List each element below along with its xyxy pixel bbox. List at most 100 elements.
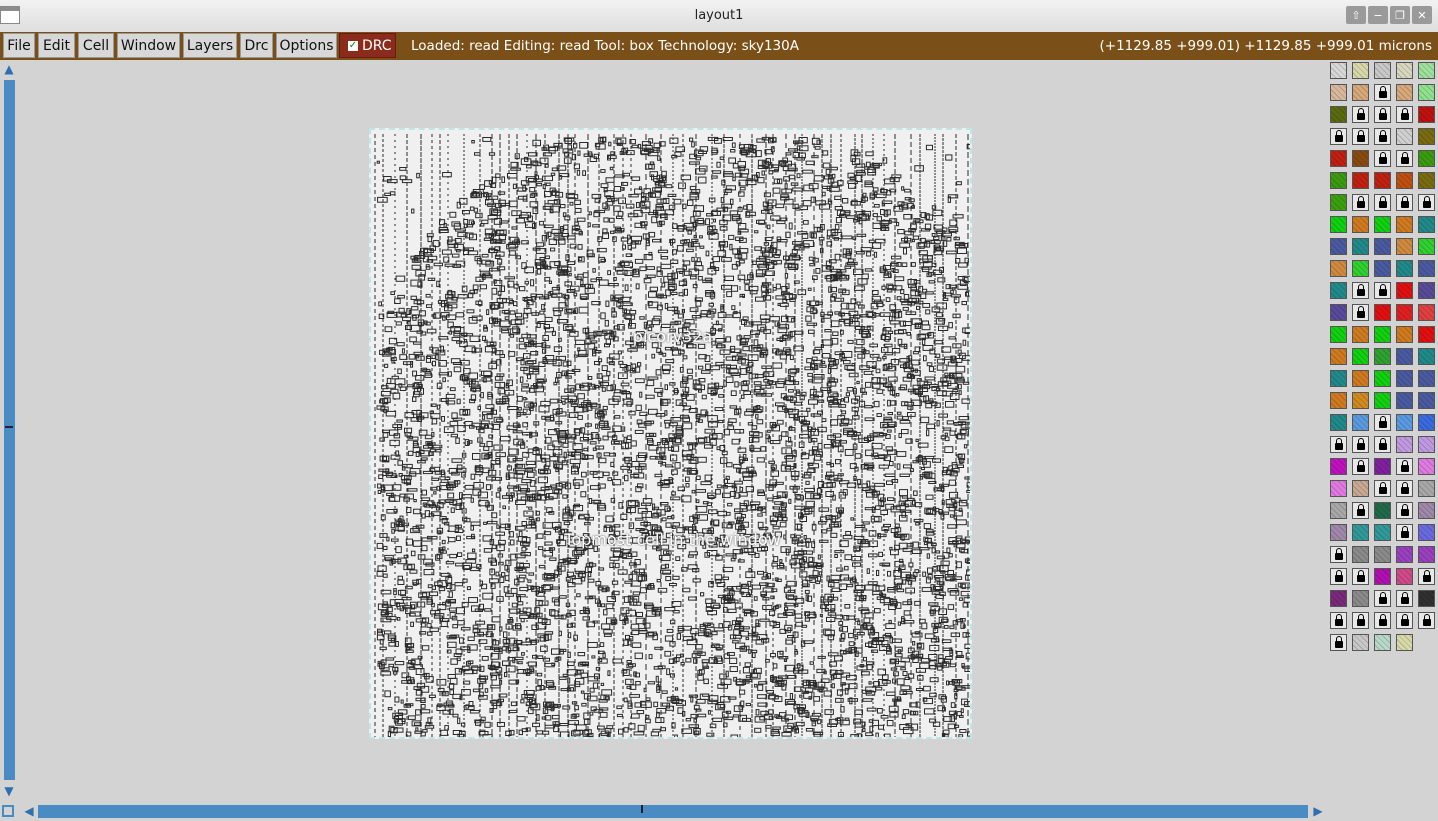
layer-locked-swatch[interactable] — [1374, 282, 1391, 299]
layer-swatch[interactable] — [1418, 260, 1435, 277]
layer-swatch[interactable] — [1352, 326, 1369, 343]
layer-locked-swatch[interactable] — [1352, 128, 1369, 145]
layer-locked-swatch[interactable] — [1330, 612, 1347, 629]
layer-locked-swatch[interactable] — [1352, 568, 1369, 585]
layout-canvas[interactable]: picorv32a Topmost cell in the window — [18, 60, 1328, 802]
layer-locked-swatch[interactable] — [1352, 436, 1369, 453]
scroll-left-arrow-icon[interactable]: ◀ — [22, 804, 36, 818]
layer-swatch[interactable] — [1374, 458, 1391, 475]
layer-swatch[interactable] — [1330, 370, 1347, 387]
layer-swatch[interactable] — [1374, 348, 1391, 365]
layer-swatch[interactable] — [1330, 106, 1347, 123]
layer-locked-swatch[interactable] — [1418, 194, 1435, 211]
layer-locked-swatch[interactable] — [1374, 106, 1391, 123]
vertical-scroll-thumb[interactable] — [5, 426, 13, 428]
layer-swatch[interactable] — [1330, 502, 1347, 519]
layer-swatch[interactable] — [1330, 194, 1347, 211]
close-icon[interactable]: ✕ — [1412, 6, 1432, 24]
layer-swatch[interactable] — [1396, 172, 1413, 189]
layer-swatch[interactable] — [1330, 348, 1347, 365]
layer-locked-swatch[interactable] — [1374, 194, 1391, 211]
layer-swatch[interactable] — [1352, 348, 1369, 365]
layer-swatch[interactable] — [1352, 216, 1369, 233]
layer-swatch[interactable] — [1396, 370, 1413, 387]
menu-window[interactable]: Window — [117, 33, 180, 58]
layer-swatch[interactable] — [1418, 546, 1435, 563]
layer-swatch[interactable] — [1396, 326, 1413, 343]
layer-swatch[interactable] — [1352, 634, 1369, 651]
layer-swatch[interactable] — [1418, 414, 1435, 431]
layer-swatch[interactable] — [1418, 62, 1435, 79]
layer-swatch[interactable] — [1352, 238, 1369, 255]
layer-swatch[interactable] — [1352, 260, 1369, 277]
layer-swatch[interactable] — [1418, 524, 1435, 541]
layer-locked-swatch[interactable] — [1396, 590, 1413, 607]
layer-swatch[interactable] — [1374, 568, 1391, 585]
layer-swatch[interactable] — [1418, 348, 1435, 365]
layer-swatch[interactable] — [1374, 546, 1391, 563]
scroll-down-arrow-icon[interactable]: ▼ — [2, 784, 16, 798]
layer-swatch[interactable] — [1374, 370, 1391, 387]
layer-swatch[interactable] — [1330, 590, 1347, 607]
horizontal-scrollbar[interactable]: ◀ ▶ — [0, 802, 1328, 821]
cell-layout[interactable]: picorv32a Topmost cell in the window — [369, 128, 972, 739]
menu-file[interactable]: File — [3, 33, 35, 58]
layer-swatch[interactable] — [1396, 414, 1413, 431]
layer-swatch[interactable] — [1330, 172, 1347, 189]
layer-swatch[interactable] — [1374, 502, 1391, 519]
layer-swatch[interactable] — [1374, 260, 1391, 277]
layer-swatch[interactable] — [1396, 436, 1413, 453]
layer-locked-swatch[interactable] — [1374, 84, 1391, 101]
layer-swatch[interactable] — [1374, 634, 1391, 651]
layer-locked-swatch[interactable] — [1396, 480, 1413, 497]
layer-swatch[interactable] — [1352, 546, 1369, 563]
layer-swatch[interactable] — [1330, 480, 1347, 497]
layer-swatch[interactable] — [1418, 238, 1435, 255]
vertical-scrollbar[interactable]: ▲ ▼ — [0, 60, 18, 802]
layer-swatch[interactable] — [1396, 634, 1413, 651]
checkbox-icon[interactable]: ✓ — [348, 40, 358, 51]
layer-swatch[interactable] — [1396, 238, 1413, 255]
layer-swatch[interactable] — [1396, 62, 1413, 79]
layer-swatch[interactable] — [1418, 458, 1435, 475]
menu-cell[interactable]: Cell — [78, 33, 114, 58]
layer-swatch[interactable] — [1330, 62, 1347, 79]
layer-swatch[interactable] — [1352, 590, 1369, 607]
layer-locked-swatch[interactable] — [1352, 612, 1369, 629]
layer-swatch[interactable] — [1330, 260, 1347, 277]
layer-swatch[interactable] — [1330, 238, 1347, 255]
layer-swatch[interactable] — [1418, 392, 1435, 409]
layer-locked-swatch[interactable] — [1352, 304, 1369, 321]
layer-swatch[interactable] — [1374, 524, 1391, 541]
layer-swatch[interactable] — [1418, 326, 1435, 343]
layer-locked-swatch[interactable] — [1396, 502, 1413, 519]
scroll-up-arrow-icon[interactable]: ▲ — [2, 62, 16, 76]
menu-drc[interactable]: Drc — [240, 33, 273, 58]
layer-swatch[interactable] — [1352, 480, 1369, 497]
layer-swatch[interactable] — [1330, 524, 1347, 541]
layer-swatch[interactable] — [1352, 172, 1369, 189]
minimize-icon[interactable]: − — [1368, 6, 1388, 24]
layer-swatch[interactable] — [1330, 392, 1347, 409]
drc-toggle[interactable]: ✓ DRC — [339, 33, 396, 58]
layer-swatch[interactable] — [1330, 304, 1347, 321]
layer-locked-swatch[interactable] — [1352, 458, 1369, 475]
layer-swatch[interactable] — [1330, 458, 1347, 475]
layer-swatch[interactable] — [1374, 172, 1391, 189]
layer-locked-swatch[interactable] — [1352, 194, 1369, 211]
layer-locked-swatch[interactable] — [1396, 106, 1413, 123]
layer-swatch[interactable] — [1418, 436, 1435, 453]
layer-swatch[interactable] — [1396, 260, 1413, 277]
vertical-scroll-track[interactable] — [4, 80, 15, 780]
layer-swatch[interactable] — [1418, 480, 1435, 497]
layer-swatch[interactable] — [1396, 392, 1413, 409]
layer-locked-swatch[interactable] — [1374, 128, 1391, 145]
layer-swatch[interactable] — [1352, 524, 1369, 541]
layer-locked-swatch[interactable] — [1374, 150, 1391, 167]
layer-locked-swatch[interactable] — [1374, 414, 1391, 431]
layer-swatch[interactable] — [1396, 348, 1413, 365]
layer-locked-swatch[interactable] — [1418, 568, 1435, 585]
layer-swatch[interactable] — [1418, 304, 1435, 321]
layer-swatch[interactable] — [1374, 304, 1391, 321]
layer-locked-swatch[interactable] — [1330, 546, 1347, 563]
